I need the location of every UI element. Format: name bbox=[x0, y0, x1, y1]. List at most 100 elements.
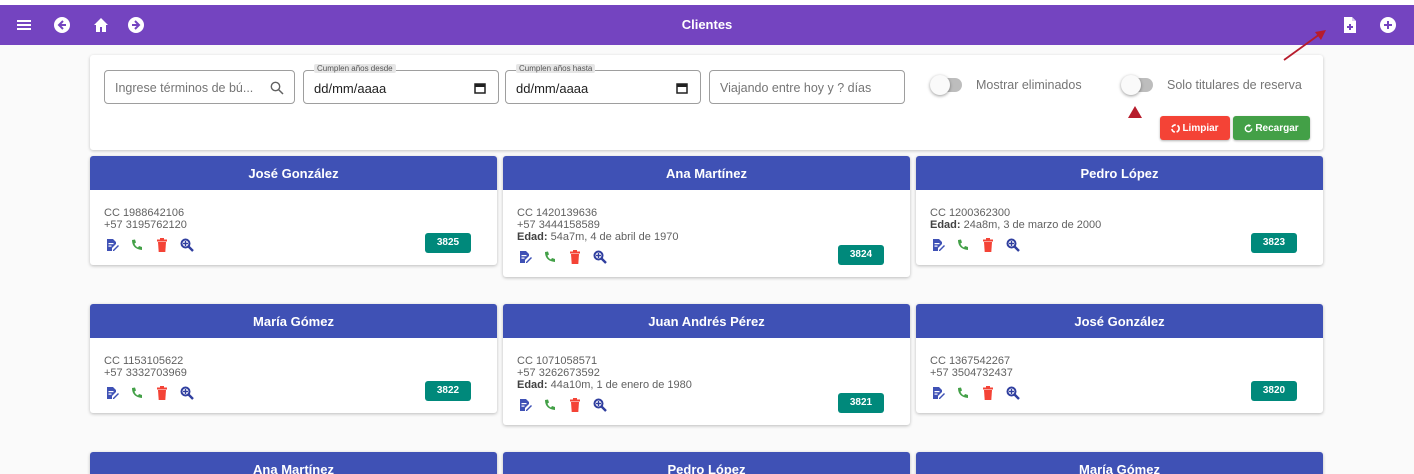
client-card: Pedro López bbox=[503, 452, 910, 474]
edit-icon[interactable] bbox=[104, 237, 120, 253]
client-name: María Gómez bbox=[90, 304, 497, 338]
delete-icon[interactable] bbox=[980, 385, 996, 401]
client-card: María Gómez bbox=[916, 452, 1323, 474]
zoom-icon[interactable] bbox=[1005, 385, 1021, 401]
delete-icon[interactable] bbox=[567, 249, 583, 265]
client-age-label: Edad: bbox=[517, 231, 548, 243]
zoom-icon[interactable] bbox=[592, 249, 608, 265]
edit-icon[interactable] bbox=[104, 385, 120, 401]
app-toolbar: Clientes bbox=[0, 5, 1414, 45]
client-info-line: +57 3332703969 bbox=[104, 367, 187, 379]
page-title: Clientes bbox=[681, 17, 733, 32]
client-info-line: +57 3262673592 bbox=[517, 367, 600, 379]
client-info-line: CC 1200362300 bbox=[930, 207, 1011, 219]
client-info-line: CC 1367542267 bbox=[930, 355, 1011, 367]
edit-icon[interactable] bbox=[517, 249, 533, 265]
show-deleted-label: Mostrar eliminados bbox=[976, 78, 1082, 92]
only-holders-toggle[interactable] bbox=[1121, 75, 1153, 95]
phone-icon[interactable] bbox=[955, 385, 971, 401]
delete-icon[interactable] bbox=[980, 237, 996, 253]
phone-icon[interactable] bbox=[955, 237, 971, 253]
traveling-days-placeholder: Viajando entre hoy y ? días bbox=[720, 81, 872, 95]
traveling-days-input[interactable]: Viajando entre hoy y ? días bbox=[709, 70, 905, 104]
client-actions: 3825 bbox=[104, 233, 483, 253]
calendar-icon[interactable] bbox=[474, 81, 488, 95]
client-card: Juan Andrés Pérez CC 1071058571 +57 326267… bbox=[503, 304, 910, 425]
filters-panel: Ingrese términos de bú... Cumplen años d… bbox=[90, 55, 1323, 150]
clear-label: Limpiar bbox=[1182, 122, 1219, 134]
client-age-label: Edad: bbox=[517, 379, 548, 391]
client-details: CC 1200362300 Edad: 24a8m, 3 de marzo de … bbox=[916, 190, 1323, 253]
edit-icon[interactable] bbox=[930, 237, 946, 253]
phone-icon[interactable] bbox=[129, 385, 145, 401]
client-info-line: +57 3504732437 bbox=[930, 367, 1013, 379]
delete-icon[interactable] bbox=[154, 385, 170, 401]
recycle-icon bbox=[1171, 123, 1181, 133]
birthday-to-label: Cumplen años hasta bbox=[516, 64, 596, 73]
calendar-icon[interactable] bbox=[676, 81, 690, 95]
search-input[interactable]: Ingrese términos de bú... bbox=[104, 70, 295, 104]
phone-icon[interactable] bbox=[129, 237, 145, 253]
new-document-icon[interactable] bbox=[1340, 15, 1360, 35]
client-name: Pedro López bbox=[503, 452, 910, 474]
client-actions: 3823 bbox=[930, 233, 1309, 253]
phone-icon[interactable] bbox=[542, 397, 558, 413]
client-age-label: Edad: bbox=[930, 219, 961, 231]
client-card: María Gómez CC 1153105622 +57 3332703969 38… bbox=[90, 304, 497, 413]
client-details: CC 1988642106 +57 3195762120 3825 bbox=[90, 190, 497, 253]
client-id-badge: 3822 bbox=[425, 381, 471, 401]
annotation-arrow-icon bbox=[1283, 30, 1326, 61]
zoom-icon[interactable] bbox=[592, 397, 608, 413]
client-info-line: CC 1420139636 bbox=[517, 207, 598, 219]
client-name: Juan Andrés Pérez bbox=[503, 304, 910, 338]
reload-button[interactable]: Recargar bbox=[1233, 116, 1310, 140]
delete-icon[interactable] bbox=[154, 237, 170, 253]
client-name: José González bbox=[90, 156, 497, 190]
birthday-from-label: Cumplen años desde bbox=[314, 64, 396, 73]
client-actions: 3821 bbox=[517, 393, 896, 413]
birthday-to-value: dd/mm/aaaa bbox=[516, 81, 589, 96]
client-id-badge: 3825 bbox=[425, 233, 471, 253]
client-name: Pedro López bbox=[916, 156, 1323, 190]
zoom-icon[interactable] bbox=[179, 385, 195, 401]
add-circle-icon[interactable] bbox=[1378, 15, 1398, 35]
client-id-badge: 3821 bbox=[838, 393, 884, 413]
zoom-icon[interactable] bbox=[179, 237, 195, 253]
client-name: José González bbox=[916, 304, 1323, 338]
zoom-icon[interactable] bbox=[1005, 237, 1021, 253]
birthday-from-field[interactable]: Cumplen años desde dd/mm/aaaa bbox=[303, 64, 499, 104]
client-info-line: CC 1153105622 bbox=[104, 355, 184, 367]
client-card: Pedro López CC 1200362300 Edad: 24a8m, 3 d… bbox=[916, 156, 1323, 265]
edit-icon[interactable] bbox=[930, 385, 946, 401]
client-info-line: CC 1071058571 bbox=[517, 355, 598, 367]
phone-icon[interactable] bbox=[542, 249, 558, 265]
client-age: Edad: 24a8m, 3 de marzo de 2000 bbox=[930, 219, 1102, 231]
search-icon[interactable] bbox=[270, 81, 284, 95]
client-actions: 3824 bbox=[517, 245, 896, 265]
client-actions: 3822 bbox=[104, 381, 483, 401]
only-holders-label: Solo titulares de reserva bbox=[1167, 78, 1302, 92]
clear-button[interactable]: Limpiar bbox=[1160, 116, 1230, 140]
delete-icon[interactable] bbox=[567, 397, 583, 413]
refresh-icon bbox=[1244, 123, 1253, 132]
client-details: CC 1420139636 +57 3444158589 Edad: 54a7m, … bbox=[503, 190, 910, 265]
client-name: Ana Martínez bbox=[90, 452, 497, 474]
birthday-to-field[interactable]: Cumplen años hasta dd/mm/aaaa bbox=[505, 64, 701, 104]
search-placeholder: Ingrese términos de bú... bbox=[115, 81, 254, 95]
client-details: CC 1153105622 +57 3332703969 3822 bbox=[90, 338, 497, 401]
client-id-badge: 3820 bbox=[1251, 381, 1297, 401]
edit-icon[interactable] bbox=[517, 397, 533, 413]
client-info-line: +57 3195762120 bbox=[104, 219, 187, 231]
client-info-line: +57 3444158589 bbox=[517, 219, 600, 231]
client-card: Ana Martínez CC 1420139636 +57 3444158589 E… bbox=[503, 156, 910, 277]
client-details: CC 1071058571 +57 3262673592 Edad: 44a10m,… bbox=[503, 338, 910, 413]
client-card: José González CC 1367542267 +57 3504732437… bbox=[916, 304, 1323, 413]
birthday-from-value: dd/mm/aaaa bbox=[314, 81, 387, 96]
annotation-triangle-icon bbox=[1128, 106, 1142, 118]
reload-label: Recargar bbox=[1255, 122, 1299, 134]
client-id-badge: 3823 bbox=[1251, 233, 1297, 253]
client-name: María Gómez bbox=[916, 452, 1323, 474]
show-deleted-toggle[interactable] bbox=[930, 75, 962, 95]
client-name: Ana Martínez bbox=[503, 156, 910, 190]
client-age: Edad: 54a7m, 4 de abril de 1970 bbox=[517, 231, 679, 243]
